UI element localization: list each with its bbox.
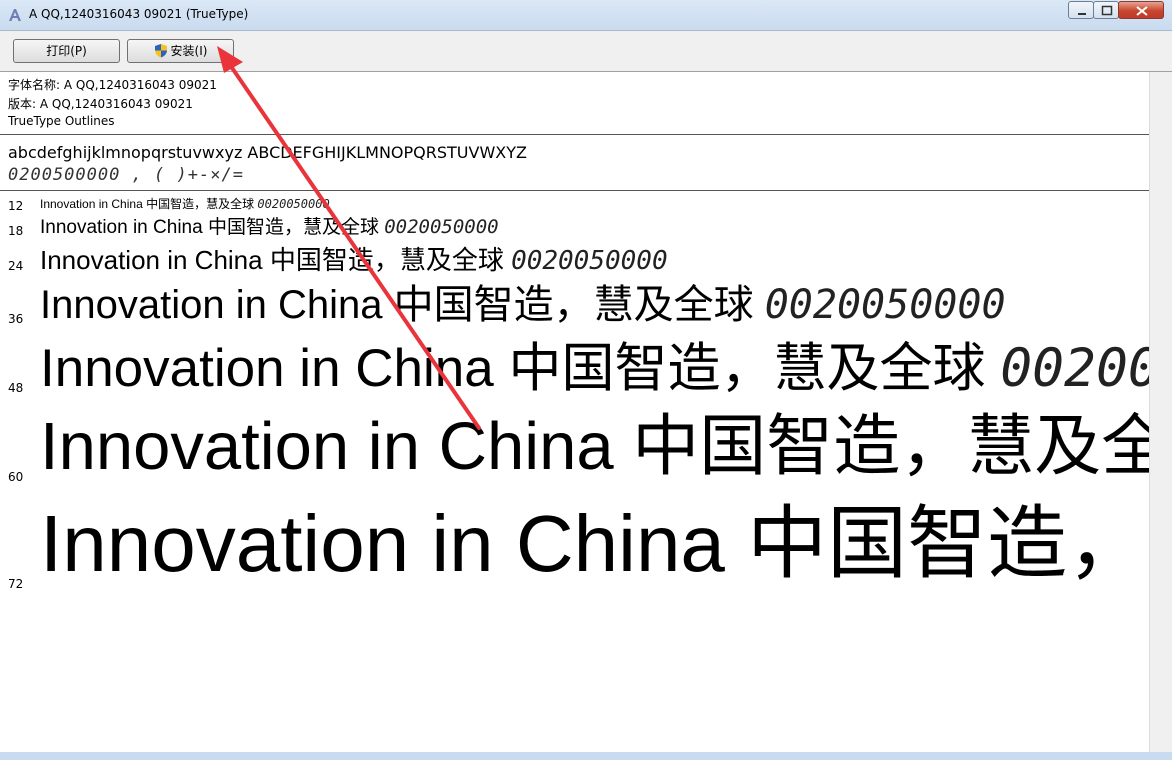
- print-button[interactable]: 打印(P): [13, 39, 120, 63]
- digits-sample: 0200500000 , ( )+-×/=: [8, 165, 244, 185]
- window-title: A QQ,1240316043 09021 (TrueType): [29, 7, 249, 21]
- divider: [0, 134, 1149, 135]
- sample-number: 0020050000: [511, 246, 668, 276]
- sample-line-60: Innovation in China 中国智造，慧及全球 0020050000: [40, 413, 1149, 480]
- print-button-label: 打印(P): [46, 44, 87, 58]
- minimize-icon: [1078, 13, 1086, 15]
- sample-number: 0020050000: [384, 216, 499, 238]
- sample-text: Innovation in China 中国智造，慧及全球: [40, 217, 379, 238]
- sample-number: 0020050000: [764, 282, 1006, 328]
- minimize-button[interactable]: [1068, 1, 1094, 19]
- font-viewer-icon: [9, 9, 21, 21]
- size-label: 48: [8, 381, 24, 395]
- size-label: 36: [8, 312, 24, 326]
- size-label: 72: [8, 577, 24, 591]
- uac-shield-icon: [154, 44, 167, 58]
- sample-line-48: Innovation in China 中国智造，慧及全球 0020050000: [40, 342, 1149, 395]
- install-button[interactable]: 安装(I): [127, 39, 234, 63]
- toolbar: 打印(P) 安装(I): [0, 31, 1172, 72]
- alphabet-sample: abcdefghijklmnopqrstuvwxyz ABCDEFGHIJKLM…: [8, 143, 527, 162]
- sample-number: 0020050000: [257, 197, 330, 211]
- size-label: 24: [8, 259, 24, 273]
- size-label: 18: [8, 224, 24, 238]
- sample-line-24: Innovation in China 中国智造，慧及全球 0020050000: [40, 247, 668, 274]
- install-button-label: 安装(I): [170, 44, 208, 58]
- sample-line-36: Innovation in China 中国智造，慧及全球 0020050000: [40, 285, 1006, 325]
- divider: [0, 190, 1149, 191]
- maximize-icon: [1101, 5, 1113, 16]
- sample-text: Innovation in China 中国智造，慧及全球: [40, 283, 754, 327]
- sample-text: Innovation in China 中国智造，慧及全球: [40, 499, 1149, 588]
- size-label: 12: [8, 199, 24, 213]
- title-bar: A QQ,1240316043 09021 (TrueType): [0, 0, 1172, 31]
- sample-number: 0020050000: [1000, 338, 1149, 399]
- close-icon: [1136, 6, 1148, 16]
- window-bottom-border: [0, 752, 1172, 760]
- sample-text: Innovation in China 中国智造，慧及全球: [40, 197, 255, 211]
- close-button[interactable]: [1118, 1, 1164, 19]
- sample-text: Innovation in China 中国智造，慧及全球: [40, 339, 986, 398]
- sample-line-72: Innovation in China 中国智造，慧及全球 0020050000: [40, 504, 1149, 584]
- size-label: 60: [8, 470, 24, 484]
- font-name-info: 字体名称: A QQ,1240316043 09021: [8, 78, 217, 92]
- sample-line-18: Innovation in China 中国智造，慧及全球 0020050000: [40, 216, 499, 238]
- font-preview-area: 字体名称: A QQ,1240316043 09021 版本: A QQ,124…: [0, 72, 1149, 753]
- font-version-info: 版本: A QQ,1240316043 09021: [8, 97, 193, 111]
- sample-text: Innovation in China 中国智造，慧及全球: [40, 409, 1149, 484]
- vertical-scrollbar[interactable]: [1149, 72, 1172, 753]
- sample-line-12: Innovation in China 中国智造，慧及全球 0020050000: [40, 198, 330, 210]
- font-outline-info: TrueType Outlines: [8, 114, 115, 128]
- maximize-button[interactable]: [1093, 1, 1119, 19]
- sample-text: Innovation in China 中国智造，慧及全球: [40, 245, 504, 275]
